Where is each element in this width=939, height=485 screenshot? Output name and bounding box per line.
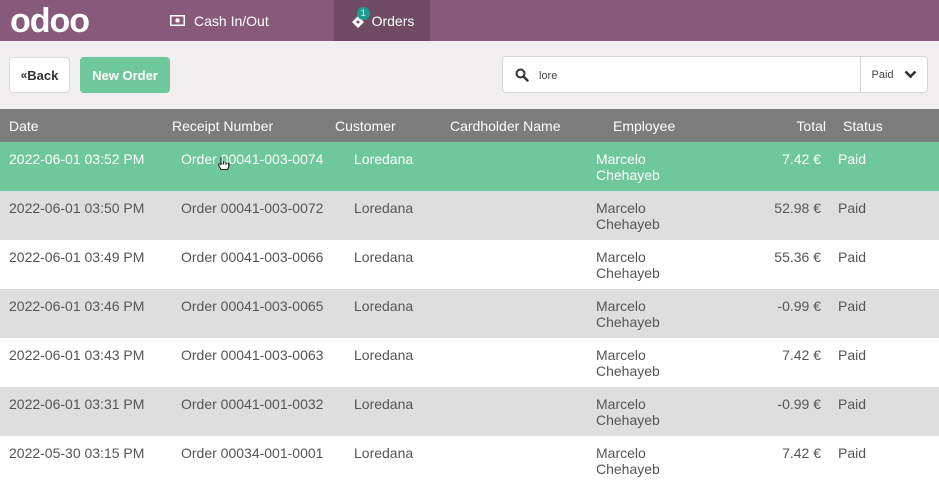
cell-employee: Marcelo Chehayeb [596,298,660,330]
orders-count-badge: 1 [356,6,370,20]
cell-receipt: Order 00041-003-0065 [181,298,324,314]
cell-date: 2022-06-01 03:46 PM [9,298,145,314]
table-row[interactable]: 2022-06-01 03:52 PM Order 00041-003-0074… [0,142,939,191]
cell-total: 52.98 € [774,200,821,216]
orders-table-header: Date Receipt Number Customer Cardholder … [0,109,939,142]
cell-employee: Marcelo Chehayeb [596,249,660,281]
cell-total: 55.36 € [774,249,821,265]
orders-tab[interactable]: 1 Orders [334,0,430,41]
column-header-cardholder: Cardholder Name [450,118,561,134]
table-row[interactable]: 2022-06-01 03:31 PM Order 00041-001-0032… [0,387,939,436]
cell-employee: Marcelo Chehayeb [596,396,660,428]
cell-status: Paid [838,347,867,363]
cell-status: Paid [838,445,867,461]
cell-customer: Loredana [354,445,414,461]
new-order-button[interactable]: New Order [80,57,170,93]
search-input[interactable] [537,65,841,87]
cell-receipt: Order 00034-001-0001 [181,445,324,461]
cell-customer: Loredana [354,347,414,363]
cell-employee: Marcelo Chehayeb [596,445,660,477]
column-header-customer: Customer [335,118,396,134]
cell-receipt: Order 00041-003-0074 [181,151,324,167]
column-header-receipt: Receipt Number [172,118,274,134]
status-filter-select[interactable]: Paid [860,57,927,92]
cell-customer: Loredana [354,249,414,265]
cell-customer: Loredana [354,151,414,167]
cash-in-out-button[interactable]: Cash In/Out [170,0,269,41]
hand-pointer-icon [217,156,230,171]
cell-total: -0.99 € [777,396,821,412]
cell-employee: Marcelo Chehayeb [596,347,660,379]
table-row[interactable]: 2022-06-01 03:50 PM Order 00041-003-0072… [0,191,939,240]
cell-status: Paid [838,396,867,412]
money-bill-icon [170,15,185,26]
new-order-label: New Order [92,67,158,83]
top-navbar: odoo Cash In/Out 1 Orders [0,0,939,41]
column-header-total: Total [796,118,826,134]
cell-receipt: Order 00041-003-0066 [181,249,324,265]
cell-total: -0.99 € [777,298,821,314]
cash-in-out-label: Cash In/Out [194,12,269,29]
svg-text:odoo: odoo [10,4,89,38]
column-header-employee: Employee [613,118,676,134]
chevron-down-icon [904,70,916,79]
cell-customer: Loredana [354,396,414,412]
cell-total: 7.42 € [782,445,821,461]
cell-date: 2022-06-01 03:43 PM [9,347,145,363]
cell-status: Paid [838,298,867,314]
cell-receipt: Order 00041-001-0032 [181,396,324,412]
cell-status: Paid [838,200,867,216]
orders-label: Orders [371,12,415,29]
cell-employee: Marcelo Chehayeb [596,200,660,232]
cell-date: 2022-05-30 03:15 PM [9,445,145,461]
cell-status: Paid [838,249,867,265]
search-bar: Paid [502,56,928,93]
table-row[interactable]: 2022-06-01 03:43 PM Order 00041-003-0063… [0,338,939,387]
cell-date: 2022-06-01 03:52 PM [9,151,145,167]
table-row[interactable]: 2022-05-30 03:15 PM Order 00034-001-0001… [0,436,939,485]
cell-employee: Marcelo Chehayeb [596,151,660,183]
control-bar: « Back New Order Paid [0,41,939,109]
orders-icon-wrap: 1 [350,6,370,28]
cell-date: 2022-06-01 03:49 PM [9,249,145,265]
cell-customer: Loredana [354,200,414,216]
table-row[interactable]: 2022-06-01 03:46 PM Order 00041-003-0065… [0,289,939,338]
table-row[interactable]: 2022-06-01 03:49 PM Order 00041-003-0066… [0,240,939,289]
column-header-status: Status [843,118,883,134]
cell-receipt: Order 00041-003-0063 [181,347,324,363]
cell-customer: Loredana [354,298,414,314]
cell-receipt: Order 00041-003-0072 [181,200,324,216]
cell-date: 2022-06-01 03:31 PM [9,396,145,412]
back-label: Back [27,67,59,83]
odoo-logo: odoo [10,4,90,38]
cell-date: 2022-06-01 03:50 PM [9,200,145,216]
cell-total: 7.42 € [782,151,821,167]
orders-table-body: 2022-06-01 03:52 PM Order 00041-003-0074… [0,142,939,485]
double-chevron-left-icon: « [20,68,28,82]
search-icon [515,68,529,82]
cell-status: Paid [838,151,867,167]
back-button[interactable]: « Back [9,57,70,93]
cell-total: 7.42 € [782,347,821,363]
column-header-date: Date [9,118,39,134]
status-filter-value: Paid [871,68,894,81]
